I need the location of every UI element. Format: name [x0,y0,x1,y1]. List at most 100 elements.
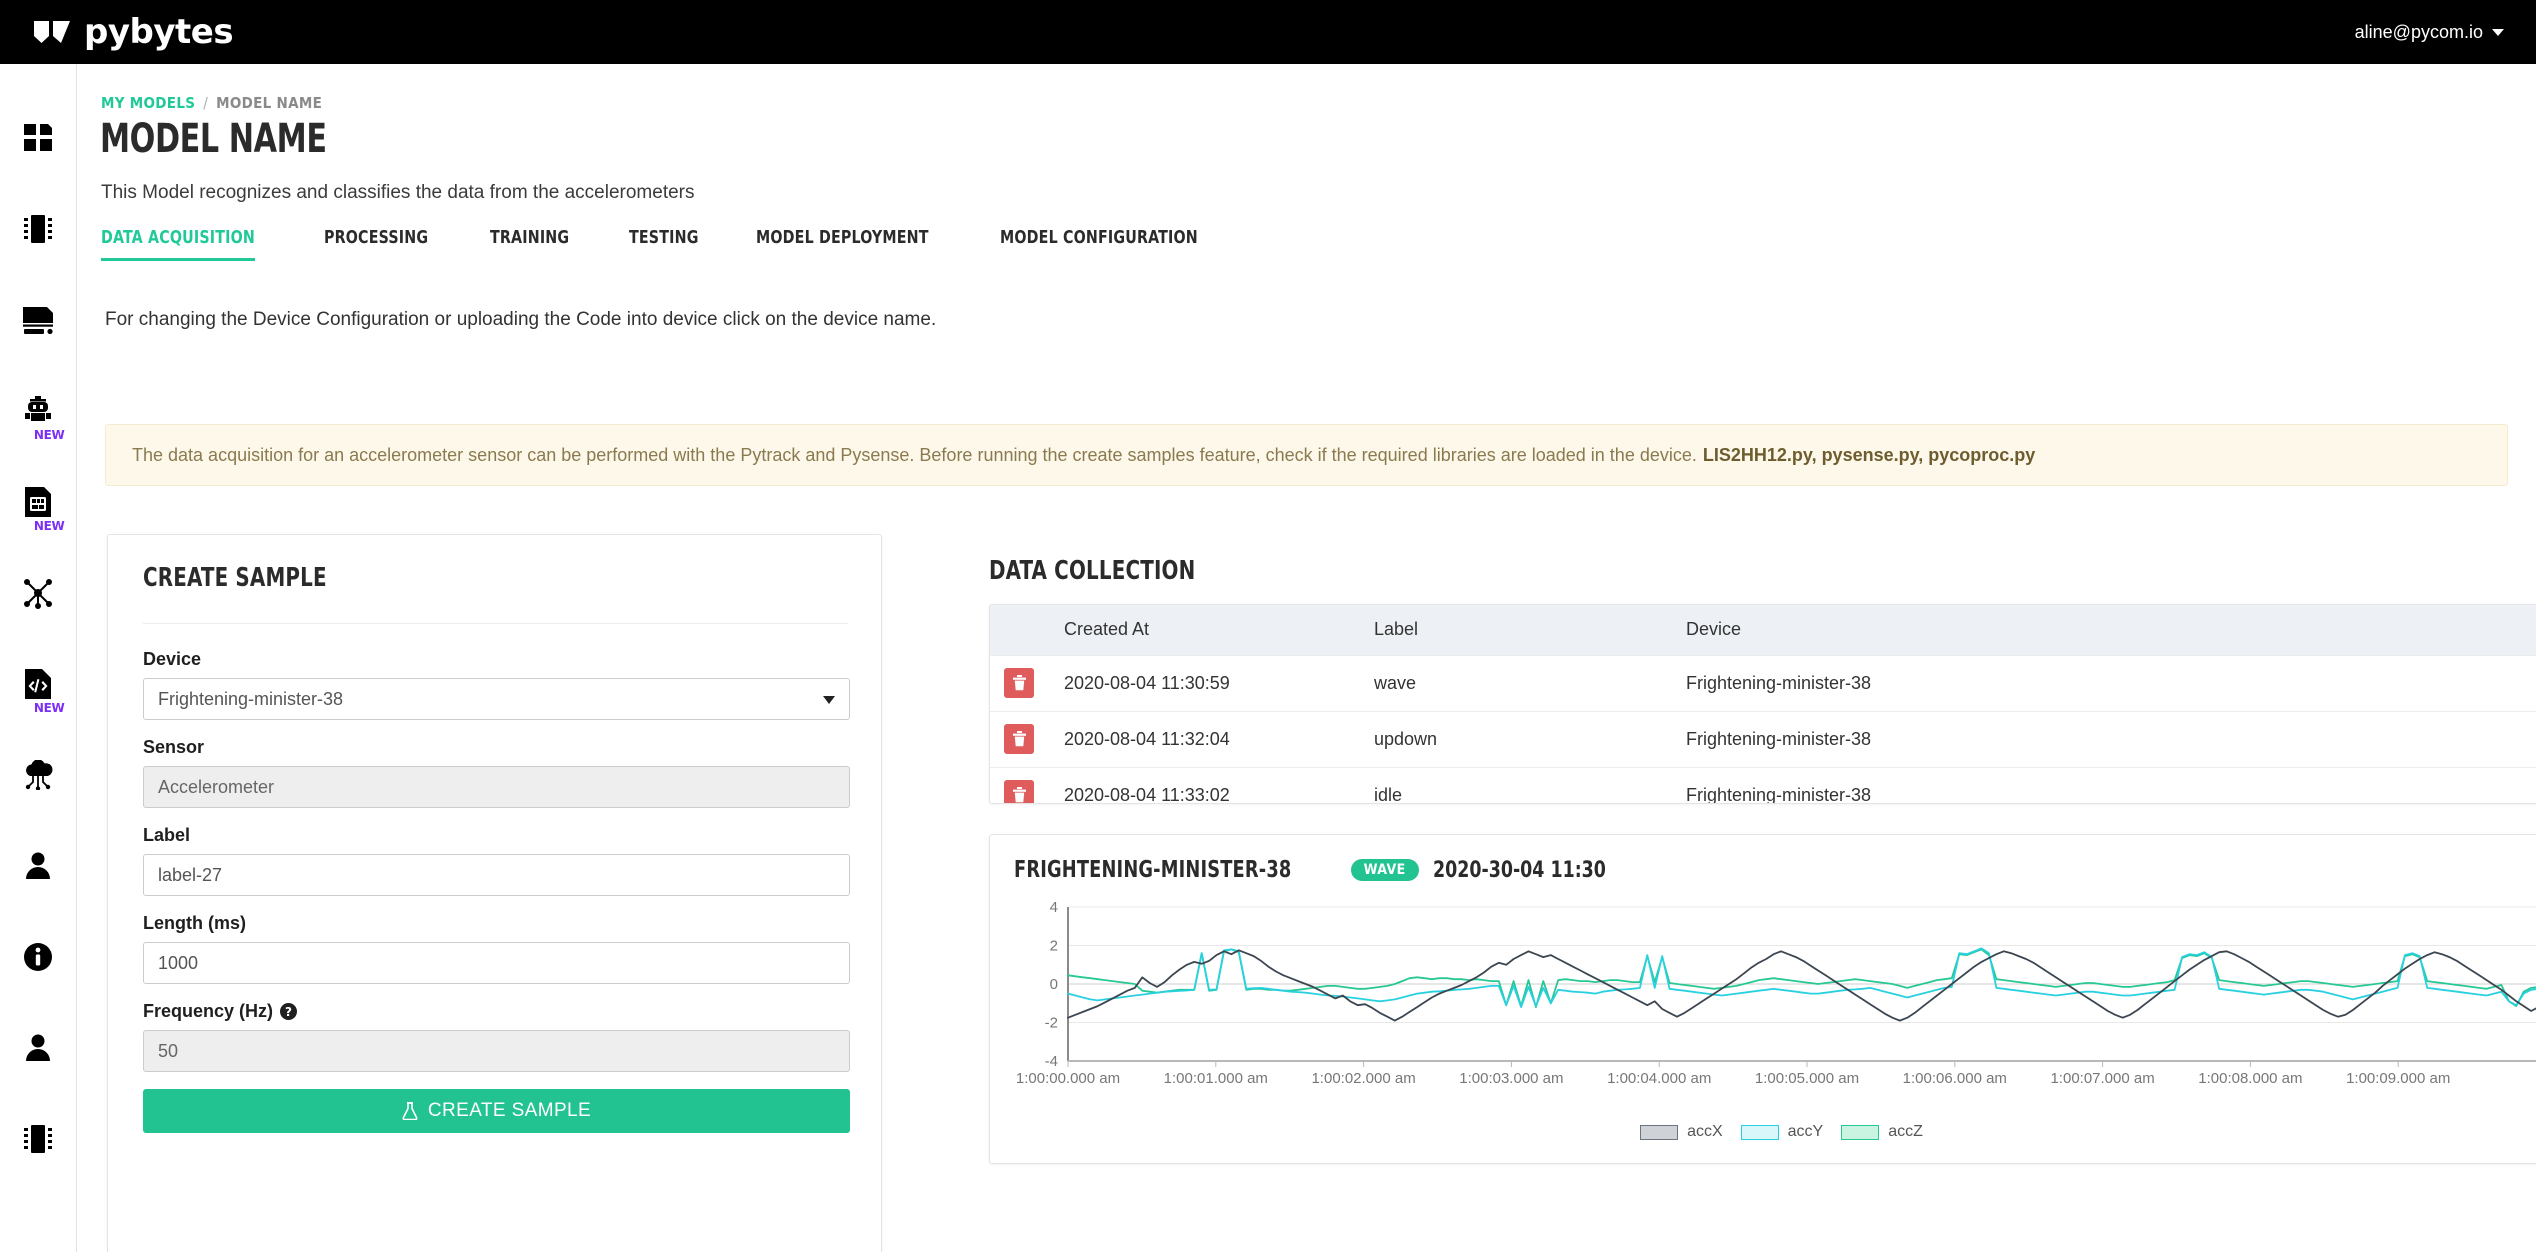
svg-text:-4: -4 [1045,1053,1058,1070]
cell-device[interactable]: Frightening-minister-38 [1686,711,2536,767]
legend-item-accX[interactable]: accX [1640,1123,1723,1141]
help-circle-icon[interactable]: ? [280,1003,297,1020]
sidebar-item-profile[interactable] [0,1002,77,1093]
legend-swatch-accX [1640,1125,1678,1140]
dashboard-grid-icon [23,123,53,153]
flask-icon [402,1102,418,1120]
row-actions [990,655,1064,711]
svg-text:1:00:02.000 am: 1:00:02.000 am [1311,1070,1415,1087]
legend-label-accX: accX [1687,1123,1723,1141]
main-content: MY MODELS / MODEL NAME MODEL NAME This M… [77,64,2536,1252]
user-menu[interactable]: aline@pycom.io [2355,22,2504,43]
svg-text:1:00:09.000 am: 1:00:09.000 am [2346,1070,2450,1087]
chevron-down-icon [2492,29,2504,36]
delete-row-button[interactable] [1004,668,1034,698]
app-root: pybytes aline@pycom.io [0,0,2536,1252]
sidebar-badge-new: NEW [34,428,65,442]
cell-label: wave [1374,655,1686,711]
sidebar-item-devices[interactable] [0,183,77,274]
cell-created-at: 2020-08-04 11:30:59 [1064,655,1374,711]
info-banner-text: The data acquisition for an acceleromete… [132,445,1697,466]
tab-model-configuration[interactable]: MODEL CONFIGURATION [1000,219,1198,261]
breadcrumb-my-models[interactable]: MY MODELS [101,94,195,112]
chart-device-name: FRIGHTENING-MINISTER-38 [1014,857,1291,883]
device-select[interactable]: Frightening-minister-38 [143,678,850,720]
legend-item-accY[interactable]: accY [1741,1123,1824,1141]
accelerometer-plot: 420-2-41:00:00.000 am1:00:01.000 am1:00:… [1004,895,2536,1095]
code-file-icon [24,668,52,700]
chip-icon [23,1123,53,1155]
delete-row-button[interactable] [1004,780,1034,804]
frequency-label-wrap: Frequency (Hz) ? [143,1001,850,1022]
page-title: MODEL NAME [100,116,327,162]
svg-text:1:00:08.000 am: 1:00:08.000 am [2198,1070,2302,1087]
info-banner: The data acquisition for an acceleromete… [105,424,2508,486]
cell-created-at: 2020-08-04 11:32:04 [1064,711,1374,767]
sample-label-input[interactable]: label-27 [143,854,850,896]
sidebar-item-terminal[interactable] [0,274,77,365]
device-config-hint: For changing the Device Configuration or… [105,309,936,331]
tab-data-acquisition[interactable]: DATA ACQUISITION [101,219,255,261]
delete-row-button[interactable] [1004,724,1034,754]
sidebar-item-integrations[interactable] [0,729,77,820]
create-sample-title: CREATE SAMPLE [143,563,327,593]
column-actions [990,605,1064,655]
frequency-label: Frequency (Hz) [143,1001,273,1022]
legend-item-accZ[interactable]: accZ [1841,1123,1923,1141]
plot-svg: 420-2-41:00:00.000 am1:00:01.000 am1:00:… [1004,895,2536,1095]
sidebar: NEW NEW [0,64,77,1252]
data-collection-title: DATA COLLECTION [989,556,1195,586]
device-select-value: Frightening-minister-38 [158,689,343,710]
sample-label-label: Label [143,825,850,846]
sensor-label: Sensor [143,737,850,758]
brand-name: pybytes [84,12,233,52]
breadcrumb: MY MODELS / MODEL NAME [101,94,322,112]
tab-processing[interactable]: PROCESSING [324,219,428,261]
sidebar-item-networks[interactable] [0,547,77,638]
chart-timestamp: 2020-30-04 11:30 [1433,858,1606,883]
breadcrumb-current: MODEL NAME [216,94,322,112]
sensor-input: Accelerometer [143,766,850,808]
info-circle-icon [23,942,53,972]
length-label: Length (ms) [143,913,850,934]
svg-text:1:00:00.000 am: 1:00:00.000 am [1016,1070,1120,1087]
sidebar-badge-new: NEW [34,701,65,715]
create-sample-form: Device Frightening-minister-38 Sensor Ac… [143,649,850,1133]
user-icon [25,852,51,880]
cell-device[interactable]: Frightening-minister-38 [1686,767,2536,804]
sidebar-item-account[interactable] [0,820,77,911]
column-label: Label [1374,605,1686,655]
breadcrumb-separator: / [203,94,208,112]
create-sample-card: CREATE SAMPLE Device Frightening-ministe… [107,534,882,1252]
sidebar-item-dashboard[interactable] [0,92,77,183]
svg-text:1:00:06.000 am: 1:00:06.000 am [1903,1070,2007,1087]
cell-label: idle [1374,767,1686,804]
sim-card-icon [23,486,53,518]
create-sample-button[interactable]: CREATE SAMPLE [143,1089,850,1133]
brand-logo[interactable]: pybytes [32,12,233,52]
tab-testing[interactable]: TESTING [629,219,699,261]
sidebar-item-info[interactable] [0,911,77,1002]
field-frequency: Frequency (Hz) ? 50 [143,1001,850,1072]
tab-training[interactable]: TRAINING [490,219,569,261]
tab-bar: DATA ACQUISITION PROCESSING TRAINING TES… [101,219,1273,261]
trash-icon [1012,731,1027,747]
table-row: 2020-08-04 11:33:02 idle Frightening-min… [990,767,2536,804]
table-row: 2020-08-04 11:30:59 wave Frightening-min… [990,655,2536,711]
sidebar-item-machine-learning[interactable]: NEW [0,365,77,456]
table-header: Created At Label Device [990,605,2536,655]
legend-label-accY: accY [1788,1123,1824,1141]
frequency-input: 50 [143,1030,850,1072]
sidebar-item-sim-cards[interactable]: NEW [0,456,77,547]
length-input[interactable]: 1000 [143,942,850,984]
tab-model-deployment[interactable]: MODEL DEPLOYMENT [756,219,929,261]
cell-device[interactable]: Frightening-minister-38 [1686,655,2536,711]
row-actions [990,711,1064,767]
sidebar-item-modules[interactable] [0,1093,77,1184]
chart-label-badge: WAVE [1351,859,1419,881]
sidebar-item-code[interactable]: NEW [0,638,77,729]
cell-label: updown [1374,711,1686,767]
field-label: Label label-27 [143,825,850,896]
table-header-row: Created At Label Device [990,605,2536,655]
sample-chart-card: FRIGHTENING-MINISTER-38 WAVE 2020-30-04 … [989,834,2536,1164]
